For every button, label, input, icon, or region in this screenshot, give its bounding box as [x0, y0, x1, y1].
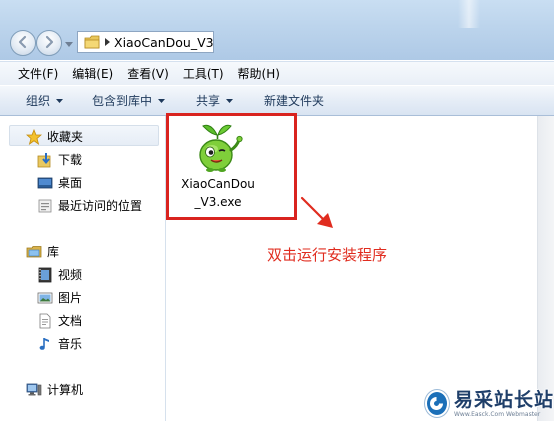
address-bar[interactable]: XiaoCanDou_V3 [77, 31, 214, 53]
include-in-library-button[interactable]: 包含到库中 [92, 92, 166, 109]
picture-library-icon [37, 290, 53, 306]
menu-file[interactable]: 文件(F) [18, 65, 58, 82]
organize-button[interactable]: 组织 [26, 92, 64, 109]
chevron-down-icon [65, 36, 73, 50]
music-note-icon [37, 336, 53, 352]
sidebar-item-documents[interactable]: 文档 [37, 312, 82, 329]
navigation-pane: 收藏夹 下载 桌面 最近访问的位置 库 视频 图片 文档 音乐 计算机 [0, 116, 166, 421]
sidebar-item-videos[interactable]: 视频 [37, 266, 82, 283]
sidebar-item-label: 图片 [58, 291, 83, 305]
menu-view[interactable]: 查看(V) [127, 65, 169, 82]
sidebar-item-computer[interactable]: 计算机 [26, 381, 83, 398]
new-folder-button[interactable]: 新建文件夹 [264, 92, 324, 109]
include-in-library-label: 包含到库中 [92, 94, 153, 108]
recent-pages-dropdown[interactable] [64, 38, 74, 48]
organize-label: 组织 [26, 94, 51, 108]
sidebar-item-label: 计算机 [47, 383, 84, 397]
sidebar-item-label: 音乐 [58, 337, 83, 351]
video-library-icon [37, 267, 53, 283]
sidebar-item-label: 下载 [58, 153, 83, 167]
green-bean-mascot-icon[interactable] [193, 122, 243, 174]
forward-arrow-icon [42, 35, 56, 52]
new-folder-label: 新建文件夹 [264, 94, 325, 108]
menu-tools[interactable]: 工具(T) [183, 65, 224, 82]
sidebar-item-label: 桌面 [58, 176, 83, 190]
dropdown-arrow-icon [158, 98, 166, 103]
sidebar-item-label: 文档 [58, 314, 83, 328]
menu-help[interactable]: 帮助(H) [238, 65, 280, 82]
sidebar-item-desktop[interactable]: 桌面 [37, 174, 82, 191]
sidebar-item-music[interactable]: 音乐 [37, 335, 82, 352]
computer-icon [26, 382, 42, 398]
annotation-instruction: 双击运行安装程序 [267, 246, 388, 264]
folder-icon [84, 35, 100, 49]
chevron-right-icon[interactable] [105, 37, 110, 47]
desktop-icon [37, 175, 53, 191]
command-bar: 组织 包含到库中 共享 新建文件夹 [0, 85, 554, 116]
share-button[interactable]: 共享 [196, 92, 234, 109]
site-watermark: 易采站长站 Www.Easck.Com Webmaster [420, 386, 554, 421]
glass-sheen [458, 0, 480, 28]
forward-button[interactable] [36, 30, 62, 56]
document-library-icon [37, 313, 53, 329]
vertical-scrollbar[interactable] [537, 116, 554, 421]
watermark-logo-icon [425, 390, 449, 417]
sidebar-item-label: 库 [47, 245, 60, 259]
sidebar-item-libraries[interactable]: 库 [26, 243, 59, 260]
breadcrumb-current-folder[interactable]: XiaoCanDou_V3 [114, 35, 214, 50]
back-button[interactable] [10, 30, 36, 56]
dropdown-arrow-icon [56, 98, 64, 103]
sidebar-item-pictures[interactable]: 图片 [37, 289, 82, 306]
sidebar-item-downloads[interactable]: 下载 [37, 151, 82, 168]
downloads-folder-icon [37, 152, 53, 168]
annotation-arrow-icon [300, 196, 333, 228]
watermark-subtitle: Www.Easck.Com Webmaster [453, 410, 541, 418]
dropdown-arrow-icon [226, 98, 234, 103]
star-icon [26, 128, 42, 145]
sidebar-item-label: 最近访问的位置 [58, 199, 143, 213]
menu-bar: 文件(F) 编辑(E) 查看(V) 工具(T) 帮助(H) [0, 61, 554, 85]
back-arrow-icon [16, 35, 30, 52]
file-name-label[interactable]: XiaoCanDou_V3.exe [180, 175, 256, 211]
recent-places-icon [37, 198, 53, 214]
sidebar-item-label: 视频 [58, 268, 83, 282]
watermark-title: 易采站长站 [453, 388, 554, 411]
share-label: 共享 [196, 94, 221, 108]
sidebar-item-favorites[interactable]: 收藏夹 [26, 128, 83, 145]
libraries-icon [26, 244, 42, 260]
sidebar-item-recent-places[interactable]: 最近访问的位置 [37, 197, 142, 214]
menu-edit[interactable]: 编辑(E) [72, 65, 113, 82]
sidebar-item-label: 收藏夹 [47, 130, 84, 144]
